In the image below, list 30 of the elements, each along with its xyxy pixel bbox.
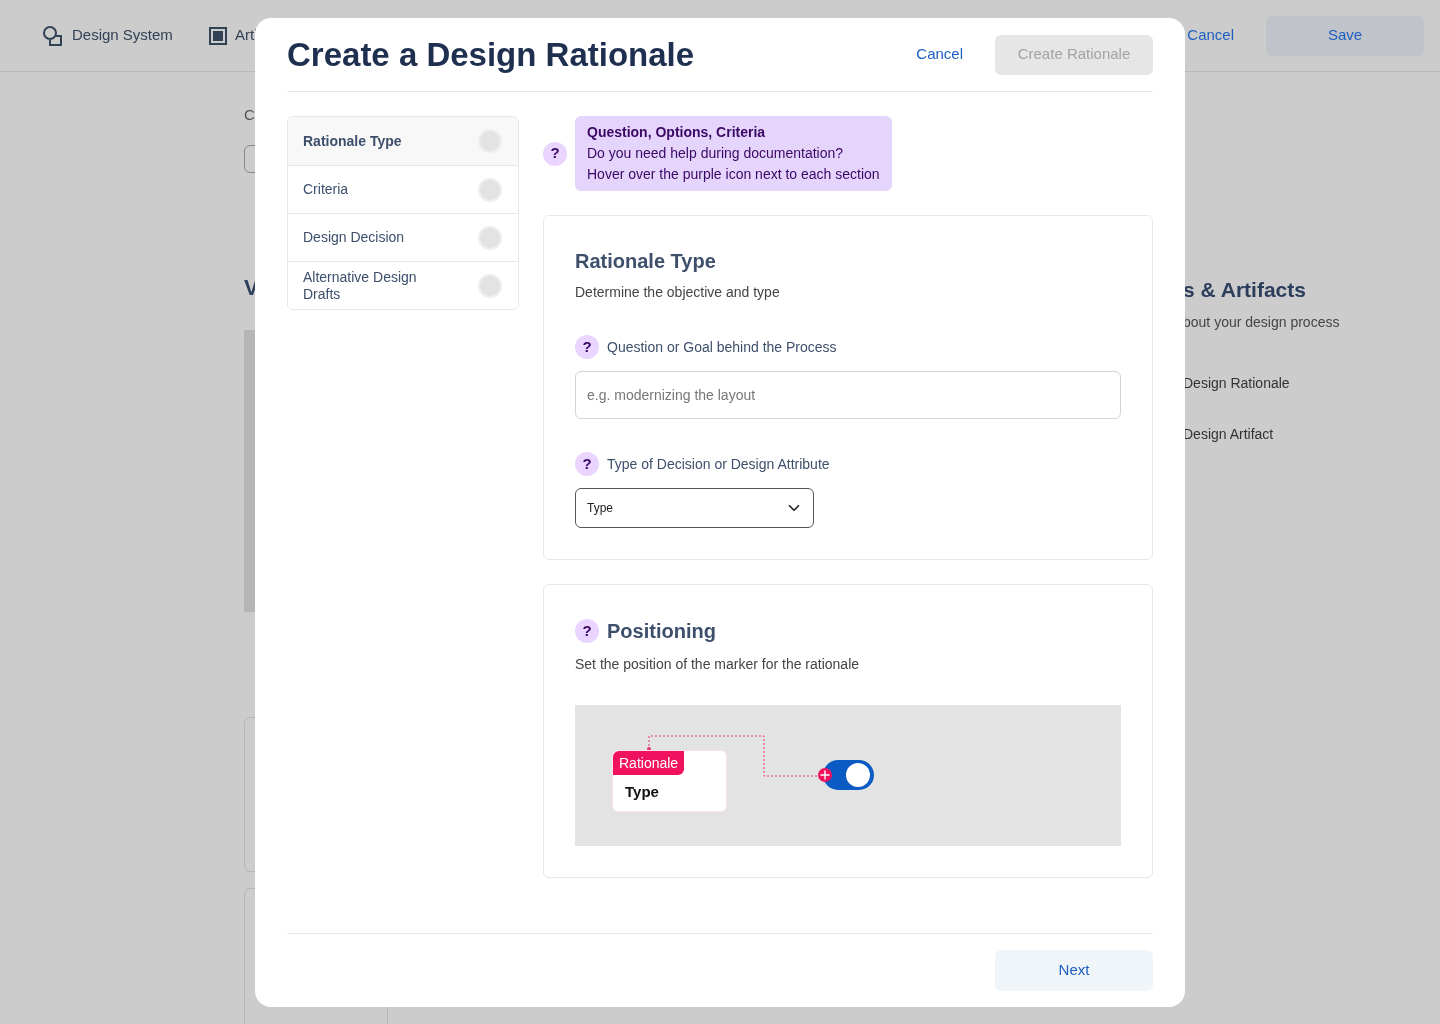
marker-tag: Rationale bbox=[613, 751, 685, 775]
section-subtitle: Determine the objective and type bbox=[575, 283, 781, 302]
section-title: Positioning bbox=[607, 619, 716, 644]
save-button[interactable]: Save bbox=[1266, 15, 1424, 56]
section-subtitle: Set the position of the marker for the rationale bbox=[575, 655, 861, 674]
field-label: Question or Goal behind the Process bbox=[607, 337, 837, 357]
help-text: Hover over the purple icon next to each section bbox=[587, 165, 880, 184]
question-field[interactable]: e.g. modernizing the layout bbox=[575, 371, 1121, 419]
cancel-link[interactable]: Cancel bbox=[916, 43, 963, 66]
dialog-title: Create a Design Rationale bbox=[287, 34, 695, 75]
rationale-marker-card[interactable]: Rationale Type bbox=[612, 750, 727, 812]
next-button[interactable]: Next bbox=[995, 950, 1153, 991]
help-title: Question, Options, Criteria bbox=[587, 123, 767, 142]
help-icon[interactable]: ? bbox=[575, 452, 599, 476]
page-label: C bbox=[244, 105, 256, 125]
field-label: Type of Decision or Design Attribute bbox=[607, 454, 830, 474]
marker-toggle-icon[interactable] bbox=[817, 759, 875, 791]
grid-icon bbox=[208, 26, 227, 45]
shapes-icon bbox=[42, 24, 64, 47]
step-item[interactable]: Rationale Type bbox=[288, 117, 518, 165]
help-text: Do you need help during documentation? bbox=[587, 144, 845, 163]
marker-label: Type bbox=[625, 782, 659, 802]
help-icon[interactable]: ? bbox=[575, 619, 599, 643]
nav-link[interactable]: Design System bbox=[72, 24, 173, 47]
cancel-link[interactable]: Cancel bbox=[1187, 24, 1234, 47]
type-dropdown[interactable]: Type bbox=[575, 488, 814, 528]
section-title: Rationale Type bbox=[575, 249, 717, 274]
help-icon[interactable]: ? bbox=[543, 141, 567, 166]
help-icon[interactable]: ? bbox=[575, 335, 599, 359]
step-item[interactable]: Alternative Design Drafts bbox=[288, 261, 518, 309]
